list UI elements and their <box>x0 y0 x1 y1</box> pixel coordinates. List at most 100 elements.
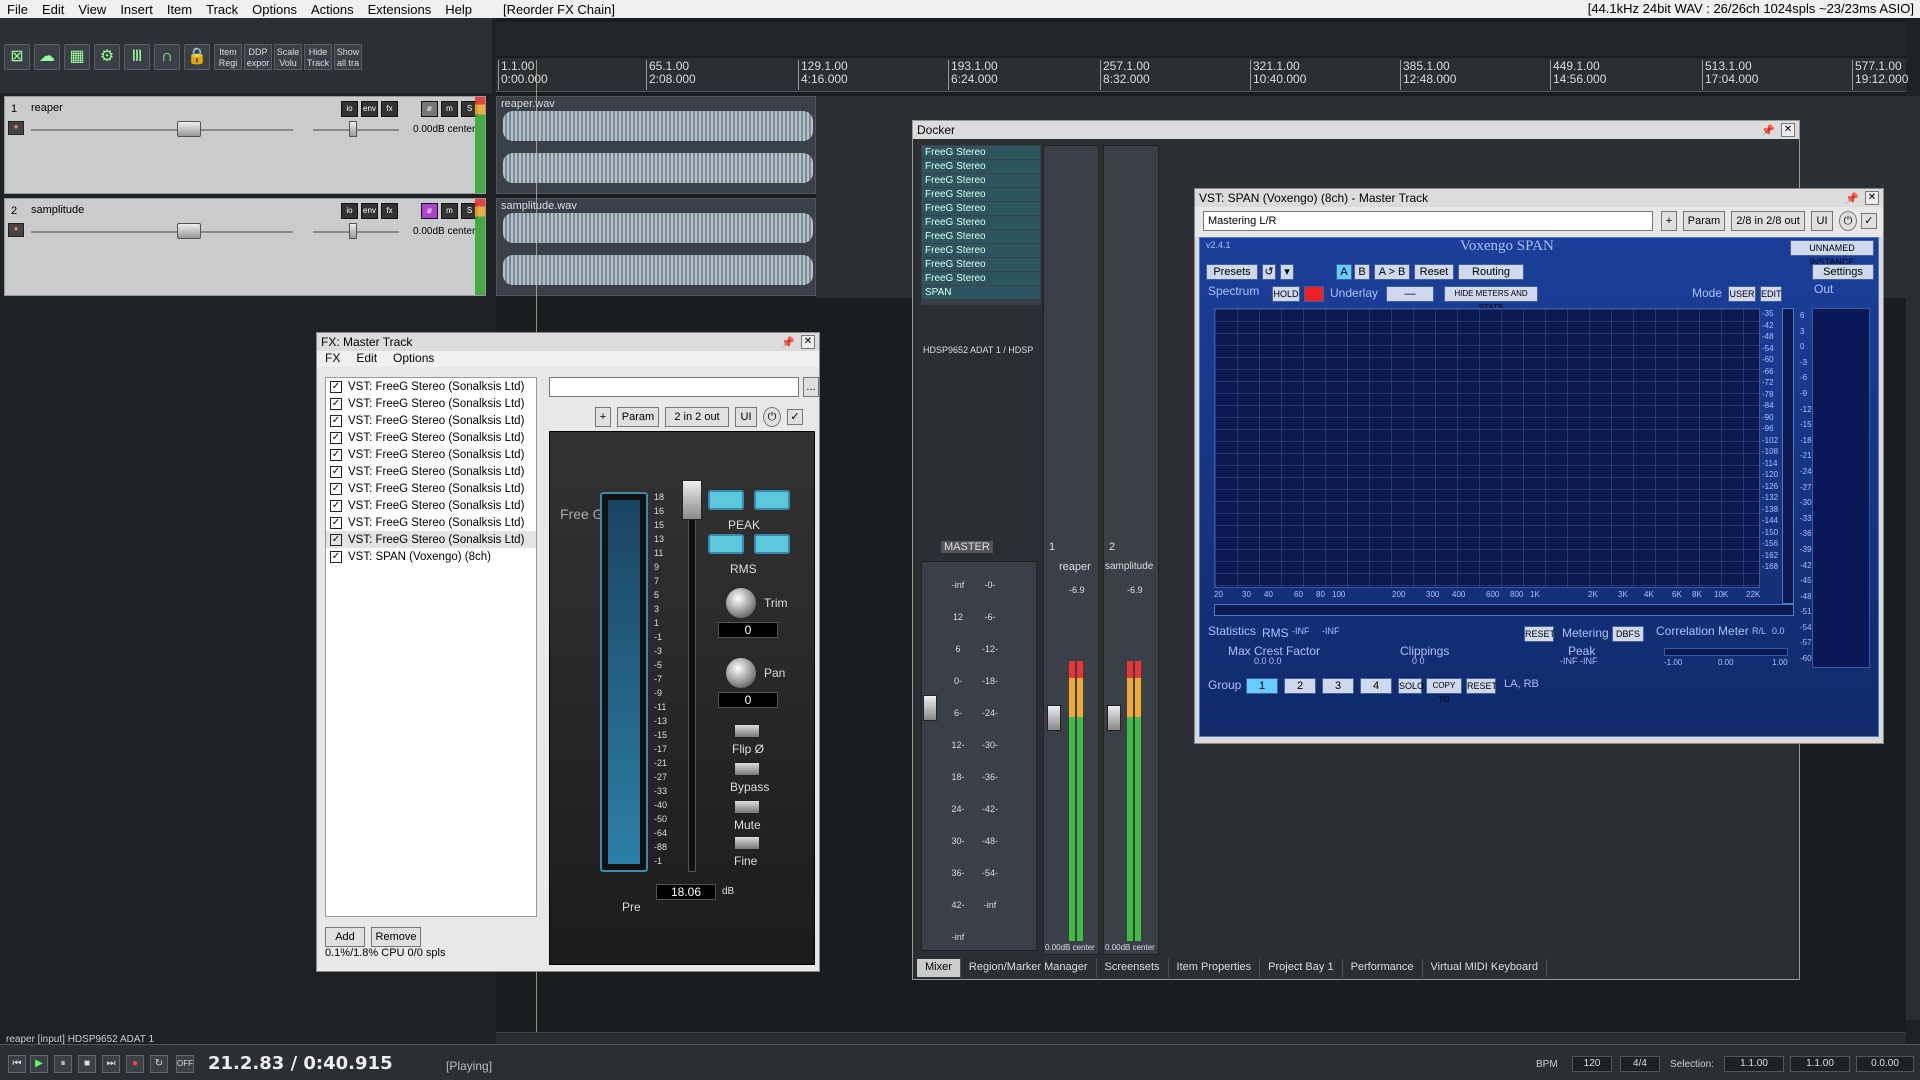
menu-extensions[interactable]: Extensions <box>361 2 439 17</box>
fx-list-item[interactable]: ✓ VST: FreeG Stereo (Sonalksis Ltd) <box>326 378 536 395</box>
tab-project-bay[interactable]: Project Bay 1 <box>1260 959 1343 977</box>
span-param-button[interactable]: Param <box>1683 211 1725 231</box>
span-presets-button[interactable]: Presets <box>1206 264 1258 280</box>
pin-icon[interactable]: 📌 <box>1761 122 1775 140</box>
group-1-button[interactable]: 1 <box>1246 678 1278 694</box>
group-2-button[interactable]: 2 <box>1284 678 1316 694</box>
fx-slot[interactable]: FreeG Stereo <box>922 230 1040 243</box>
time-signature-field[interactable]: 4/4 <box>1620 1056 1660 1072</box>
menu-help[interactable]: Help <box>438 2 479 17</box>
fx-list-item-selected[interactable]: ✓ VST: FreeG Stereo (Sonalksis Ltd) <box>326 531 536 548</box>
fx-io-button[interactable]: 2 in 2 out <box>665 407 729 427</box>
fx-enable-checkbox[interactable]: ✓ <box>787 409 803 425</box>
power-icon[interactable]: ⏻ <box>1839 211 1857 231</box>
mixer-icon[interactable]: ⊠ <box>4 44 30 70</box>
ddp-export-button[interactable]: DDP expor <box>244 44 272 70</box>
strip-fader[interactable] <box>1047 705 1061 731</box>
checkbox[interactable]: ✓ <box>330 414 342 427</box>
add-fx-button[interactable]: Add <box>325 927 365 947</box>
pin-icon[interactable]: 📌 <box>781 334 795 352</box>
media-item[interactable]: samplitude.wav <box>496 198 816 296</box>
fx-param-button[interactable]: Param <box>617 407 659 427</box>
group-3-button[interactable]: 3 <box>1322 678 1354 694</box>
span-settings-button[interactable]: Settings <box>1812 264 1874 280</box>
span-a-button[interactable]: A <box>1336 264 1352 280</box>
loop-icon[interactable]: ∩ <box>154 44 180 70</box>
fx-menu-options[interactable]: Options <box>385 351 442 367</box>
checkbox[interactable]: ✓ <box>330 397 342 410</box>
spectrum-display[interactable] <box>1214 308 1760 588</box>
fx-list-item[interactable]: ✓ VST: FreeG Stereo (Sonalksis Ltd) <box>326 480 536 497</box>
cloud-icon[interactable]: ☁ <box>34 44 60 70</box>
stop-icon[interactable]: ■ <box>78 1055 96 1073</box>
span-routing-button[interactable]: Routing <box>1458 264 1524 280</box>
checkbox[interactable]: ✓ <box>330 550 342 563</box>
mute-button[interactable]: m <box>441 203 458 219</box>
menu-options[interactable]: Options <box>245 2 304 17</box>
fx-window-titlebar[interactable]: FX: Master Track 📌 ✕ <box>317 333 819 351</box>
span-add-preset-button[interactable]: + <box>1661 211 1677 231</box>
meter-icon[interactable]: Ⅲ <box>124 44 150 70</box>
selection-length[interactable]: 0.0.00 <box>1856 1056 1914 1072</box>
checkbox[interactable]: ✓ <box>330 533 342 546</box>
fx-slot[interactable]: FreeG Stereo <box>922 216 1040 229</box>
hold-button[interactable]: HOLD <box>1272 286 1300 302</box>
fx-button[interactable]: fx <box>381 101 398 117</box>
pan-knob[interactable] <box>726 658 756 688</box>
tab-region-marker-manager[interactable]: Region/Marker Manager <box>961 959 1097 977</box>
tab-virtual-midi-keyboard[interactable]: Virtual MIDI Keyboard <box>1423 959 1547 977</box>
pan-value[interactable]: 0 <box>718 692 778 708</box>
color-swatch[interactable] <box>1304 286 1324 302</box>
grid-icon[interactable]: ▦ <box>64 44 90 70</box>
menu-actions[interactable]: Actions <box>304 2 361 17</box>
scale-volume-button[interactable]: Scale Volu <box>274 44 302 70</box>
marker-lane[interactable] <box>496 22 1906 56</box>
hide-meters-button[interactable]: HIDE METERS AND STATS <box>1444 286 1538 312</box>
pause-icon[interactable]: ⏸ <box>54 1055 72 1073</box>
fx-list-item[interactable]: ✓ VST: FreeG Stereo (Sonalksis Ltd) <box>326 395 536 412</box>
spectrum-hscroll[interactable] <box>1214 604 1794 616</box>
fx-slot[interactable]: FreeG Stereo <box>922 244 1040 257</box>
master-fader[interactable] <box>923 695 937 721</box>
phase-icon[interactable]: ø <box>421 203 438 219</box>
lock-icon[interactable]: 🔒 <box>184 44 210 70</box>
mute-switch[interactable] <box>734 800 760 814</box>
span-io-button[interactable]: 2/8 in 2/8 out <box>1731 211 1805 231</box>
record-arm-icon[interactable]: ● <box>8 223 24 237</box>
pan-slider[interactable] <box>349 223 357 239</box>
vertical-scrollbar[interactable] <box>1906 96 1920 1020</box>
item-region-button[interactable]: Item Regi <box>214 44 242 70</box>
timeline-ruler[interactable]: 1.1.00 0:00.000 65.1.00 2:08.000 129.1.00 4… <box>496 58 1908 92</box>
trim-knob[interactable] <box>726 588 756 618</box>
fx-slot[interactable]: FreeG Stereo <box>922 188 1040 201</box>
undo-icon[interactable]: ↺ <box>1262 264 1276 280</box>
span-ui-button[interactable]: UI <box>1811 211 1833 231</box>
auto-crossfade-toggle[interactable]: OFF <box>176 1055 194 1073</box>
close-icon[interactable]: ✕ <box>1865 191 1879 205</box>
checkbox[interactable]: ✓ <box>330 380 342 393</box>
remove-fx-button[interactable]: Remove <box>371 927 421 947</box>
master-input[interactable]: HDSP9652 ADAT 1 / HDSP <box>923 345 1033 355</box>
strip-name[interactable]: samplitude <box>1105 561 1153 572</box>
master-fx-chain[interactable]: FreeG Stereo FreeG Stereo FreeG Stereo F… <box>921 145 1041 305</box>
span-titlebar[interactable]: VST: SPAN (Voxengo) (8ch) - Master Track… <box>1195 189 1883 207</box>
checkbox[interactable]: ✓ <box>330 516 342 529</box>
gain-value[interactable]: 18.06 <box>656 884 716 900</box>
fx-slot[interactable]: FreeG Stereo <box>922 272 1040 285</box>
checkbox[interactable]: ✓ <box>330 499 342 512</box>
selection-end[interactable]: 1.1.00 <box>1790 1056 1850 1072</box>
menu-track[interactable]: Track <box>199 2 245 17</box>
checkbox[interactable]: ✓ <box>330 465 342 478</box>
fx-list-item[interactable]: ✓ VST: SPAN (Voxengo) (8ch) <box>326 548 536 565</box>
fx-list-item[interactable]: ✓ VST: FreeG Stereo (Sonalksis Ltd) <box>326 429 536 446</box>
fx-button[interactable]: fx <box>381 203 398 219</box>
stats-reset-button[interactable]: RESET <box>1524 626 1555 642</box>
fx-slot[interactable]: FreeG Stereo <box>922 174 1040 187</box>
fx-list-item[interactable]: ✓ VST: FreeG Stereo (Sonalksis Ltd) <box>326 514 536 531</box>
span-a-to-b-button[interactable]: A > B <box>1374 264 1410 280</box>
mute-button[interactable]: m <box>441 101 458 117</box>
group-reset-button[interactable]: RESET <box>1466 678 1497 694</box>
bypass-switch[interactable] <box>734 762 760 776</box>
fine-switch[interactable] <box>734 836 760 850</box>
fx-slot[interactable]: FreeG Stereo <box>922 202 1040 215</box>
